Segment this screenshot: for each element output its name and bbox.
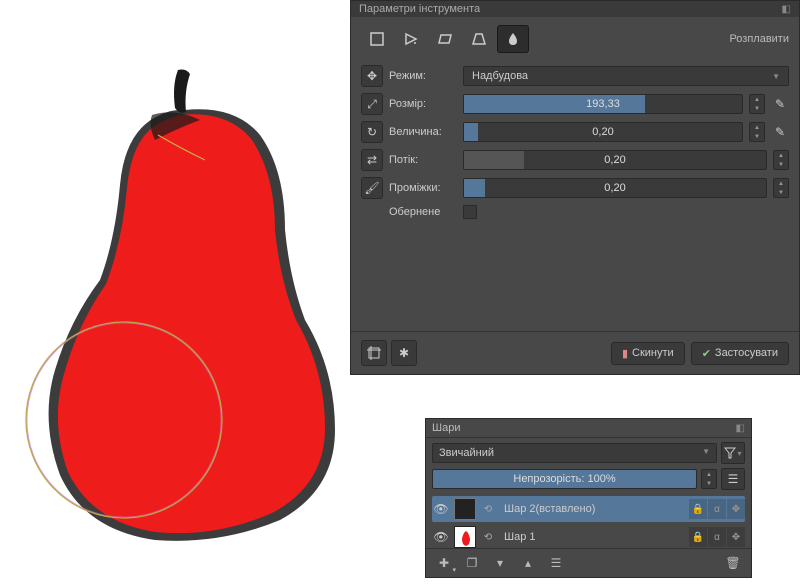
chevron-down-icon: ▼ <box>772 72 780 81</box>
tool-mode-toolbar: Розплавити <box>351 17 799 61</box>
magnitude-label: Величина: <box>389 126 457 138</box>
tool-mode-perspective[interactable] <box>463 25 495 53</box>
spacing-slider[interactable]: 0,20 <box>463 178 767 198</box>
magnitude-slider[interactable]: 0,20 <box>463 122 743 142</box>
flow-slider[interactable]: 0,20 <box>463 150 767 170</box>
flow-spinner[interactable]: ▲▼ <box>773 150 789 170</box>
add-layer-button[interactable]: ✚▾ <box>434 553 454 573</box>
expand-icon[interactable]: ⤢ <box>361 93 383 115</box>
properties-button[interactable]: ☰ <box>546 553 566 573</box>
size-value: 193,33 <box>464 95 742 113</box>
opacity-slider[interactable]: Непрозорість: 100% <box>432 469 697 489</box>
size-label: Розмір: <box>389 98 457 110</box>
layer-row[interactable]: 👁 ⟲ Шар 2(вставлено) 🔒 α ✥ <box>432 496 745 522</box>
lock-icon[interactable]: 🔒 <box>689 499 707 519</box>
flow-label: Потік: <box>389 154 457 166</box>
layers-detach-icon[interactable]: ◧ <box>736 423 745 434</box>
tool-mode-liquify[interactable] <box>497 25 529 53</box>
tool-link-liquify[interactable]: Розплавити <box>729 33 789 45</box>
move-lock-icon[interactable]: ✥ <box>727 499 745 519</box>
move-up-button[interactable]: ▴ <box>518 553 538 573</box>
magnitude-spinner[interactable]: ▲▼ <box>749 122 765 142</box>
opacity-spinner[interactable]: ▲▼ <box>701 469 717 489</box>
flow-icon[interactable]: ⇄ <box>361 149 383 171</box>
layer-name[interactable]: Шар 1 <box>500 531 685 543</box>
layers-title: Шари ◧ <box>426 419 751 438</box>
alpha-lock-icon[interactable]: α <box>708 527 726 547</box>
layer-link-icon[interactable]: ⟲ <box>480 504 496 515</box>
filter-button[interactable]: ▾ <box>721 442 745 464</box>
opacity-value: Непрозорість: 100% <box>513 473 615 485</box>
magnitude-pen-icon[interactable]: ✎ <box>771 123 789 141</box>
tool-options-panel: Параметри інструмента ◧ Розплавити ✥ Реж… <box>350 0 800 375</box>
reverse-label: Обернене <box>389 206 457 218</box>
visibility-icon[interactable]: 👁 <box>432 530 450 544</box>
tool-mode-rect[interactable] <box>361 25 393 53</box>
size-slider[interactable]: 193,33 <box>463 94 743 114</box>
magnitude-value: 0,20 <box>464 123 742 141</box>
move-icon[interactable]: ✥ <box>361 65 383 87</box>
layer-link-icon[interactable]: ⟲ <box>480 532 496 543</box>
crop-icon-button[interactable] <box>361 340 387 366</box>
delete-layer-button[interactable]: 🗑 <box>723 553 743 573</box>
spacing-value: 0,20 <box>464 179 766 197</box>
mode-value: Надбудова <box>472 70 528 82</box>
blend-mode-dropdown[interactable]: Звичайний ▼ <box>432 443 717 463</box>
panel-titlebar: Параметри інструмента ◧ <box>351 1 799 17</box>
move-lock-icon[interactable]: ✥ <box>727 527 745 547</box>
move-down-button[interactable]: ▾ <box>490 553 510 573</box>
lock-icon[interactable]: 🔒 <box>689 527 707 547</box>
brush-icon[interactable]: 🖌 <box>361 177 383 199</box>
layer-thumbnail[interactable] <box>454 498 476 520</box>
blend-mode-value: Звичайний <box>439 447 494 459</box>
chevron-down-icon: ▼ <box>702 447 710 459</box>
flow-value: 0,20 <box>464 151 766 169</box>
reverse-checkbox[interactable] <box>463 205 477 219</box>
tool-mode-shear[interactable] <box>429 25 461 53</box>
alpha-lock-icon[interactable]: α <box>708 499 726 519</box>
spacing-label: Проміжки: <box>389 182 457 194</box>
tool-mode-play[interactable] <box>395 25 427 53</box>
canvas-area[interactable] <box>0 0 350 582</box>
mode-dropdown[interactable]: Надбудова ▼ <box>463 66 789 86</box>
opacity-menu-button[interactable]: ☰ <box>721 468 745 490</box>
panel-title-text: Параметри інструмента <box>359 3 480 15</box>
layer-name[interactable]: Шар 2(вставлено) <box>500 503 685 515</box>
reset-button[interactable]: ▮Скинути <box>611 342 685 365</box>
layers-panel: Шари ◧ Звичайний ▼ ▾ Непрозорість: 100% … <box>425 418 752 578</box>
layer-row[interactable]: 👁 ⟲ Шар 1 🔒 α ✥ <box>432 524 745 550</box>
layer-thumbnail[interactable] <box>454 526 476 548</box>
visibility-icon[interactable]: 👁 <box>432 502 450 516</box>
bug-icon-button[interactable]: ✱ <box>391 340 417 366</box>
panel-detach-icon[interactable]: ◧ <box>782 4 791 15</box>
rotate-icon[interactable]: ↻ <box>361 121 383 143</box>
apply-button[interactable]: ✔Застосувати <box>691 342 789 365</box>
duplicate-layer-button[interactable]: ❐ <box>462 553 482 573</box>
mode-label: Режим: <box>389 70 457 82</box>
spacing-spinner[interactable]: ▲▼ <box>773 178 789 198</box>
size-pen-icon[interactable]: ✎ <box>771 95 789 113</box>
size-spinner[interactable]: ▲▼ <box>749 94 765 114</box>
